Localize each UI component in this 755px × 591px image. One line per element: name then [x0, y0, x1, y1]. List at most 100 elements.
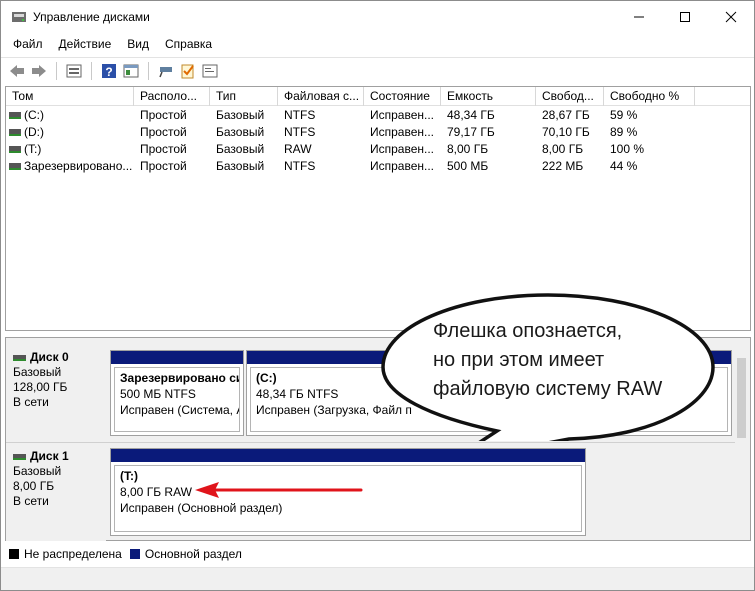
legend-primary-label: Основной раздел — [144, 547, 242, 561]
properties-icon — [123, 64, 139, 77]
cell-capacity: 8,00 ГБ — [447, 142, 489, 156]
cell-percent-free: 44 % — [610, 159, 638, 173]
cell-filesystem: NTFS — [284, 125, 316, 139]
menu-bar: Файл Действие Вид Справка — [1, 34, 754, 56]
cell-layout: Простой — [140, 125, 187, 139]
legend-primary-swatch — [129, 549, 140, 559]
volume-list-button[interactable] — [63, 60, 85, 82]
cell-status: Исправен... — [370, 142, 435, 156]
cell-percent-free: 89 % — [610, 125, 638, 139]
column-header-percent-free[interactable]: Свободно % — [604, 87, 695, 106]
callout-line-1: Флешка опознается, — [433, 320, 623, 342]
disk-0-status: В сети — [13, 395, 49, 409]
maximize-icon — [680, 12, 690, 22]
legend: Не распределена Основной раздел — [5, 544, 751, 564]
partition-body: Зарезервировано си 500 МБ NTFS Исправен … — [114, 367, 240, 432]
console-button[interactable] — [199, 60, 221, 82]
cell-layout: Простой — [140, 159, 187, 173]
cell-volume: (T:) — [24, 142, 42, 156]
partition-reserved[interactable]: Зарезервировано си 500 МБ NTFS Исправен … — [110, 350, 244, 436]
cell-free-space: 28,67 ГБ — [542, 108, 590, 122]
help-icon: ? — [102, 63, 116, 79]
cell-status: Исправен... — [370, 108, 435, 122]
disk-1-label[interactable]: Диск 1 Базовый 8,00 ГБ В сети — [6, 449, 106, 541]
volume-list-header: Том Располо... Тип Файловая с... Состоян… — [6, 87, 750, 106]
cell-type: Базовый — [216, 142, 265, 156]
cell-type: Базовый — [216, 159, 265, 173]
toolbar-separator — [56, 61, 57, 80]
toolbar-separator — [148, 61, 149, 80]
column-header-capacity[interactable]: Емкость — [441, 87, 536, 106]
table-row[interactable]: (C:) Простой Базовый NTFS Исправен... 48… — [6, 107, 750, 124]
column-header-volume[interactable]: Том — [6, 87, 134, 106]
partition-bar — [111, 449, 585, 462]
console-icon — [202, 64, 218, 77]
cell-filesystem: RAW — [284, 142, 312, 156]
properties-button[interactable] — [120, 60, 142, 82]
cell-status: Исправен... — [370, 159, 435, 173]
menu-action[interactable]: Действие — [51, 34, 120, 56]
forward-arrow-icon — [32, 64, 46, 77]
cell-volume: (C:) — [24, 108, 44, 122]
disk-1-status: В сети — [13, 494, 49, 508]
connect-icon — [159, 66, 172, 77]
column-header-status[interactable]: Состояние — [364, 87, 441, 106]
disk-icon — [13, 354, 26, 361]
disk-0-name: Диск 0 — [30, 350, 69, 364]
table-row[interactable]: (D:) Простой Базовый NTFS Исправен... 79… — [6, 124, 750, 141]
disk-divider — [6, 442, 735, 443]
cell-type: Базовый — [216, 125, 265, 139]
cell-status: Исправен... — [370, 125, 435, 139]
vertical-scrollbar[interactable] — [733, 338, 750, 540]
disk-icon — [13, 453, 26, 460]
cell-volume: Зарезервировано... — [24, 159, 133, 173]
legend-unallocated-label: Не распределена — [24, 547, 122, 561]
minimize-button[interactable] — [616, 1, 662, 33]
partition-status: Исправен (Основной раздел) — [120, 501, 283, 515]
cell-layout: Простой — [140, 142, 187, 156]
menu-help[interactable]: Справка — [157, 34, 220, 56]
close-button[interactable] — [708, 1, 754, 33]
menu-file[interactable]: Файл — [5, 34, 51, 56]
callout-line-2: но при этом имеет — [433, 349, 605, 371]
disk-management-app-icon — [12, 12, 26, 22]
table-row[interactable]: Зарезервировано... Простой Базовый NTFS … — [6, 158, 750, 175]
disk-1-name-line: Диск 1 — [13, 449, 106, 464]
disk-0-size: 128,00 ГБ — [13, 380, 68, 394]
partition-bar — [111, 351, 243, 364]
disk-0-label[interactable]: Диск 0 Базовый 128,00 ГБ В сети — [6, 350, 106, 442]
cell-free-space: 70,10 ГБ — [542, 125, 590, 139]
help-button[interactable]: ? — [98, 60, 120, 82]
column-header-layout[interactable]: Располо... — [134, 87, 210, 106]
volume-list-icon — [66, 64, 82, 77]
forward-button[interactable] — [28, 60, 50, 82]
toolbar-separator — [91, 61, 92, 80]
status-bar — [1, 567, 754, 590]
back-button[interactable] — [6, 60, 28, 82]
partition-size: 500 МБ NTFS — [120, 387, 196, 401]
disk-0-type: Базовый — [13, 365, 62, 379]
disk-1-size: 8,00 ГБ — [13, 479, 55, 493]
scrollbar-thumb[interactable] — [737, 358, 746, 438]
red-arrow-annotation — [195, 482, 363, 498]
maximize-button[interactable] — [662, 1, 708, 33]
check-icon — [181, 64, 194, 78]
disk-0-name-line: Диск 0 — [13, 350, 106, 365]
svg-text:?: ? — [105, 65, 112, 79]
column-header-free-space[interactable]: Свобод... — [536, 87, 604, 106]
column-header-filesystem[interactable]: Файловая с... — [278, 87, 364, 106]
callout-line-3: файловую систему RAW — [433, 378, 663, 400]
cell-free-space: 222 МБ — [542, 159, 584, 173]
toolbar: ? — [1, 57, 754, 83]
table-row[interactable]: (T:) Простой Базовый RAW Исправен... 8,0… — [6, 141, 750, 158]
cell-filesystem: NTFS — [284, 108, 316, 122]
menu-view[interactable]: Вид — [119, 34, 157, 56]
connect-button[interactable] — [155, 60, 177, 82]
disk-management-window: Управление дисками Файл Действие Вид Спр… — [0, 0, 755, 591]
column-header-type[interactable]: Тип — [210, 87, 278, 106]
check-button[interactable] — [177, 60, 199, 82]
cell-type: Базовый — [216, 108, 265, 122]
window-title: Управление дисками — [33, 10, 150, 24]
cell-filesystem: NTFS — [284, 159, 316, 173]
cell-capacity: 500 МБ — [447, 159, 489, 173]
